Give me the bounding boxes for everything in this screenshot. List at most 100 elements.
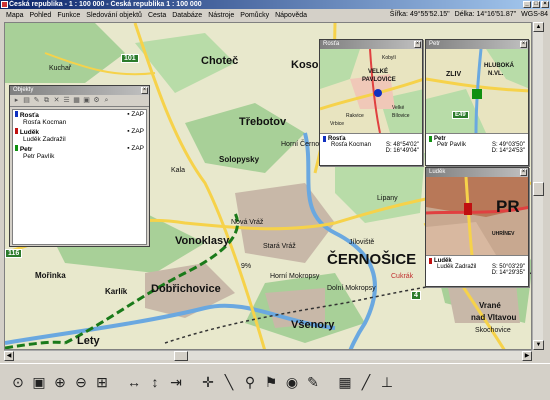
objects-panel-titlebar[interactable]: Objekty ×	[10, 86, 149, 95]
tracker-panel-title: Luděk	[429, 169, 446, 175]
objects-panel[interactable]: Objekty × ▸ ▤ ✎ ⧉ ✕ ☰ ▦ ▣ ⚙ ⌕ Rosťa ▪ ZA…	[9, 85, 150, 247]
menu-item-pohled[interactable]: Pohled	[27, 12, 55, 19]
place-nad-vltavou: nad Vltavou	[471, 313, 517, 322]
objects-list[interactable]: Rosťa ▪ ZAP Rosťa Kocman Luděk ▪ ZAP Lud…	[12, 109, 147, 245]
tracker-mini-map[interactable]: Kobylí VELKÉ PAVLOVICE Velké Bílovice Ra…	[320, 49, 422, 133]
menu-item-databaze[interactable]: Databáze	[169, 12, 205, 19]
tracker-panel-close-button[interactable]: ×	[520, 169, 527, 176]
grid-icon[interactable]: ▦	[335, 372, 355, 392]
tracker-panel-titlebar[interactable]: Petr ×	[426, 40, 528, 49]
object-name: Luděk	[19, 129, 39, 136]
tracker-panel-ludek[interactable]: Luděk × PR UHRÍNEV Luděk Luděk Zadražil S…	[425, 167, 529, 287]
tracker-panel-close-button[interactable]: ×	[520, 41, 527, 48]
scroll-right-button[interactable]: ▶	[522, 351, 532, 361]
layers-icon[interactable]: ▣	[29, 372, 49, 392]
zoom-out-icon[interactable]: ⊖	[71, 372, 91, 392]
list-item[interactable]: Luděk ▪ ZAP Luděk Zadražil	[13, 127, 146, 144]
tracker-info: Rosťa Rosťa Kocman S: 48°54'02" D: 16°49'…	[320, 133, 422, 156]
tracker-user: Luděk Zadražil	[437, 264, 477, 270]
open-object-icon[interactable]: ▤	[22, 96, 31, 105]
mini-map-label: Bílovice	[392, 113, 410, 119]
scroll-left-button[interactable]: ◀	[4, 351, 14, 361]
delete-object-icon[interactable]: ✕	[52, 96, 61, 105]
scroll-down-button[interactable]: ▼	[533, 340, 544, 350]
object-name: Rosťa	[19, 112, 39, 119]
menu-item-nastroje[interactable]: Nástroje	[205, 12, 237, 19]
place-solopysky: Solopysky	[219, 155, 260, 164]
object-status: ▪ ZAP	[127, 145, 144, 152]
menu-item-sledovani[interactable]: Sledování objektů	[83, 12, 145, 19]
settings-icon[interactable]: ⚙	[92, 96, 101, 105]
road-number-e49: E49	[452, 111, 469, 119]
place-dobrichovice: Dobřichovice	[151, 283, 221, 295]
edit-object-icon[interactable]: ✎	[32, 96, 41, 105]
tracker-user: Petr Pavlík	[437, 142, 467, 148]
pointer-tool-icon[interactable]: ⊙	[8, 372, 28, 392]
pan-horizontal-icon[interactable]: ↔	[124, 372, 144, 392]
eye-icon[interactable]: ◉	[282, 372, 302, 392]
menu-item-pomucky[interactable]: Pomůcky	[237, 12, 272, 19]
new-object-icon[interactable]: ▸	[12, 96, 21, 105]
properties-icon[interactable]: ▣	[82, 96, 91, 105]
tracker-info: Petr Petr Pavlík S: 49°03'50" D: 14°24'53…	[426, 133, 528, 156]
list-icon[interactable]: ☰	[62, 96, 71, 105]
object-status: ▪ ZAP	[127, 111, 144, 118]
mini-map-label: HLUBOKÁ	[484, 63, 514, 69]
maximize-button[interactable]: □	[532, 1, 540, 8]
vertical-scrollbar[interactable]: ▲ ▼	[532, 22, 544, 350]
pencil-icon[interactable]: ✎	[303, 372, 323, 392]
place-horni-mokropsy: Horní Mokropsy	[270, 273, 320, 280]
zoom-extent-icon[interactable]: ⊞	[92, 372, 112, 392]
zoom-in-icon[interactable]: ⊕	[50, 372, 70, 392]
place-kala: Kala	[171, 167, 186, 174]
tracker-mini-map[interactable]: PR UHRÍNEV	[426, 177, 528, 255]
menu-item-cesta[interactable]: Cesta	[145, 12, 169, 19]
place-jiloviste: Jíloviště	[349, 239, 375, 246]
app-icon	[1, 1, 8, 8]
tracker-mini-map[interactable]: ZLIV HLUBOKÁ N.VL. E49	[426, 49, 528, 133]
measure-icon[interactable]: ╲	[219, 372, 239, 392]
flag-icon	[323, 136, 326, 142]
main-toolbar: ⊙ ▣ ⊕ ⊖ ⊞ ↔ ↕ ⇥ ✛ ╲ ⚲ ⚑ ◉ ✎ ▦ ╱ ⊥	[0, 363, 550, 400]
tower-icon[interactable]: ⊥	[377, 372, 397, 392]
menu-item-funkce[interactable]: Funkce	[54, 12, 83, 19]
ruler-icon[interactable]: ╱	[356, 372, 376, 392]
tracker-longitude: D: 16°49'04"	[385, 148, 419, 154]
coordinate-icon[interactable]: ✛	[198, 372, 218, 392]
horizontal-scrollbar[interactable]: ◀ ▶	[4, 350, 532, 361]
window-title: Česká republika - 1 : 100 000 - Česká re…	[9, 1, 202, 8]
pan-vertical-icon[interactable]: ↕	[145, 372, 165, 392]
menu-item-napoveda[interactable]: Nápověda	[272, 12, 310, 19]
object-user: Rosťa Kocman	[23, 119, 67, 126]
scroll-up-button[interactable]: ▲	[533, 22, 544, 32]
pin-icon[interactable]: ⚲	[240, 372, 260, 392]
find-object-icon[interactable]: ⌕	[102, 96, 111, 105]
marker-icon[interactable]: ⚑	[261, 372, 281, 392]
road-number-116: 116	[5, 249, 23, 258]
vertical-scroll-thumb[interactable]	[533, 182, 544, 196]
tracker-panel-titlebar[interactable]: Luděk ×	[426, 168, 528, 177]
horizontal-scroll-thumb[interactable]	[174, 351, 188, 361]
grid-view-icon[interactable]: ▦	[72, 96, 81, 105]
close-button[interactable]: ×	[541, 1, 549, 8]
list-item[interactable]: Petr ▪ ZAP Petr Pavlík	[13, 144, 146, 161]
tracker-info: Luděk Luděk Zadražil S: 50°03'29" D: 14°2…	[426, 255, 528, 278]
copy-object-icon[interactable]: ⧉	[42, 96, 51, 105]
place-vsenory: Všenory	[291, 319, 335, 331]
object-user: Luděk Zadražil	[23, 136, 66, 143]
latitude-readout: Šířka: 49°55'52.15"	[389, 11, 450, 18]
objects-panel-close-button[interactable]: ×	[141, 87, 148, 94]
place-nova-vraz: Nová Vráž	[231, 219, 264, 226]
minimize-button[interactable]: _	[523, 1, 531, 8]
place-stara-vraz: Stará Vráž	[263, 243, 296, 250]
mini-map-label: UHRÍNEV	[492, 231, 515, 237]
mini-map-label: ZLIV	[446, 71, 462, 78]
tracker-panel-rosta[interactable]: Rosťa × Kobylí VELKÉ PAVLOVICE Velké Bíl…	[319, 39, 423, 166]
list-item[interactable]: Rosťa ▪ ZAP Rosťa Kocman	[13, 110, 146, 127]
menu-item-mapa[interactable]: Mapa	[3, 12, 27, 19]
tracker-panel-petr[interactable]: Petr × ZLIV HLUBOKÁ N.VL. E49 Petr Petr …	[425, 39, 529, 166]
tracker-panel-titlebar[interactable]: Rosťa ×	[320, 40, 422, 49]
move-icon[interactable]: ⇥	[166, 372, 186, 392]
place-karlik: Karlík	[105, 287, 128, 296]
tracker-panel-close-button[interactable]: ×	[414, 41, 421, 48]
